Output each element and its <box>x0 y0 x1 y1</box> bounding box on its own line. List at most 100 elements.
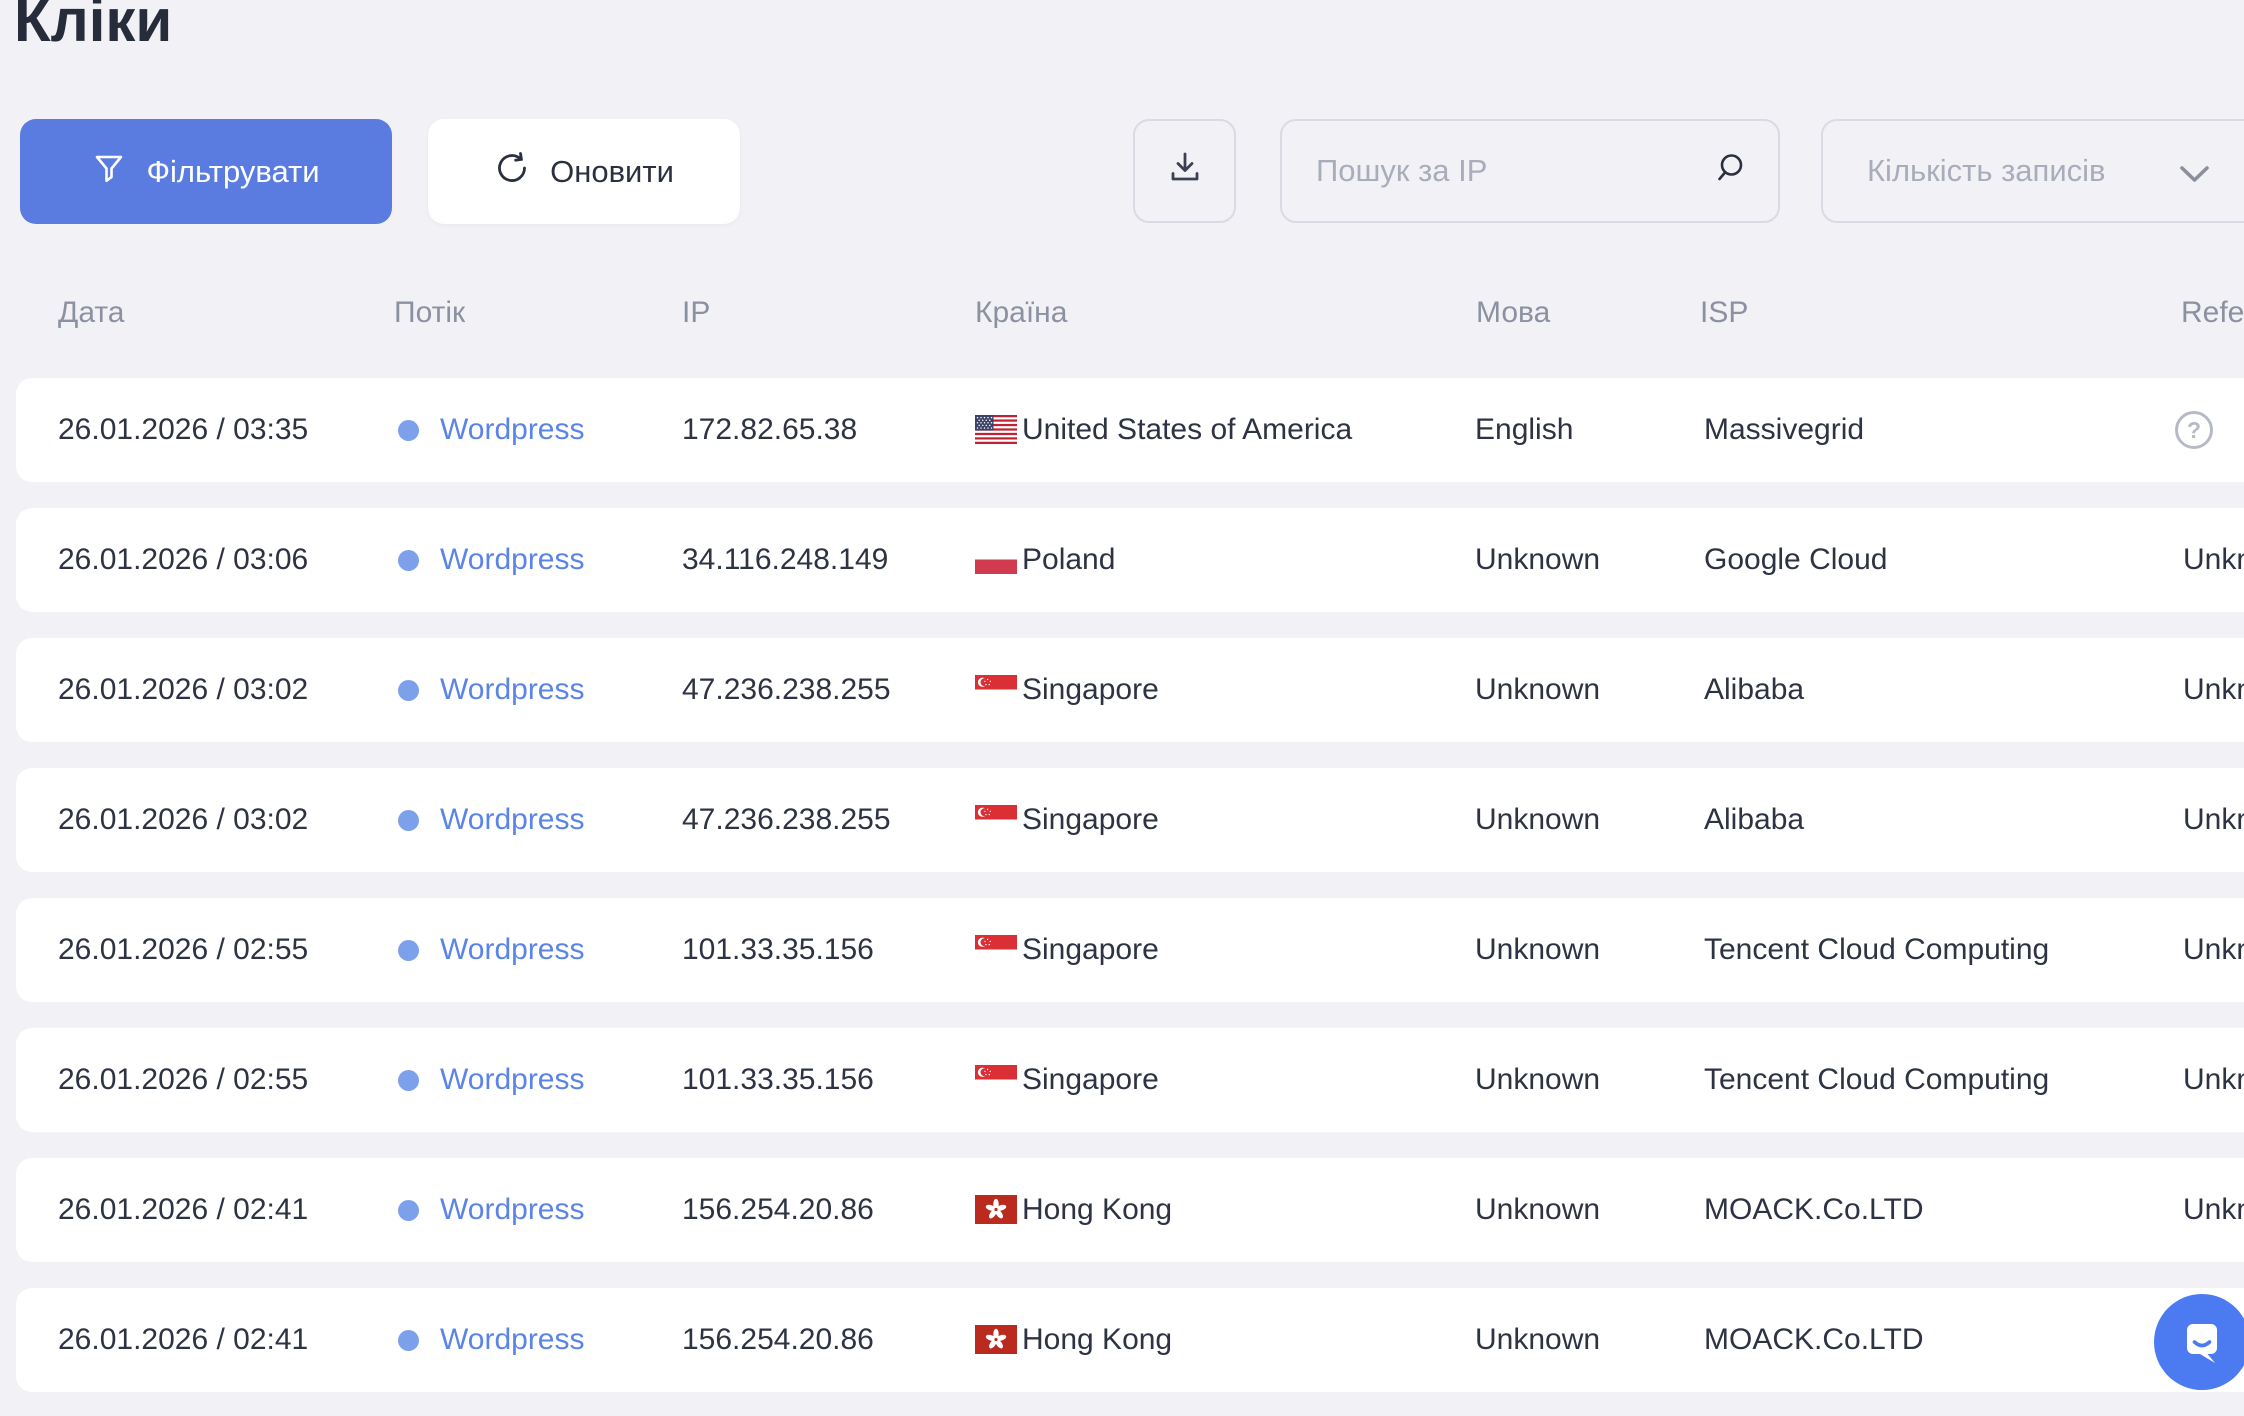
column-header-language: Мова <box>1476 296 1550 330</box>
row-ip: 156.254.20.86 <box>682 1288 874 1392</box>
chevron-down-icon <box>2179 165 2210 188</box>
row-date: 26.01.2026 / 03:06 <box>58 508 308 612</box>
country-flag-icon <box>975 805 1017 834</box>
country-flag-icon <box>975 1065 1017 1094</box>
row-ip: 101.33.35.156 <box>682 898 874 1002</box>
row-ip: 172.82.65.38 <box>682 378 857 482</box>
stream-link[interactable]: Wordpress <box>440 508 585 612</box>
row-isp: Alibaba <box>1704 768 1804 872</box>
stream-link[interactable]: Wordpress <box>440 378 585 482</box>
row-date: 26.01.2026 / 02:41 <box>58 1288 308 1392</box>
row-isp: Tencent Cloud Computing <box>1704 1028 2049 1132</box>
row-date: 26.01.2026 / 03:02 <box>58 638 308 742</box>
row-referrer: Unknown <box>2183 768 2244 872</box>
country-flag-icon <box>975 935 1017 964</box>
row-country: Singapore <box>1022 898 1159 1002</box>
stream-link[interactable]: Wordpress <box>440 768 585 872</box>
stream-link[interactable]: Wordpress <box>440 1028 585 1132</box>
row-date: 26.01.2026 / 02:55 <box>58 1028 308 1132</box>
row-country: Hong Kong <box>1022 1158 1172 1262</box>
row-isp: Massivegrid <box>1704 378 1864 482</box>
row-language: Unknown <box>1475 1288 1600 1392</box>
row-referrer: Unknown <box>2183 898 2244 1002</box>
row-ip: 47.236.238.255 <box>682 768 891 872</box>
row-country: Singapore <box>1022 768 1159 872</box>
row-date: 26.01.2026 / 03:35 <box>58 378 308 482</box>
stream-dot-icon <box>398 420 419 441</box>
column-header-referrer: Referrer <box>2181 296 2244 330</box>
row-ip: 156.254.20.86 <box>682 1158 874 1262</box>
table-row: 26.01.2026 / 03:06 Wordpress 34.116.248.… <box>16 508 2244 612</box>
row-isp: Tencent Cloud Computing <box>1704 898 2049 1002</box>
refresh-button-label: Оновити <box>550 154 674 190</box>
column-header-stream: Потік <box>394 296 465 330</box>
row-language: Unknown <box>1475 1158 1600 1262</box>
row-referrer: Unknown <box>2183 638 2244 742</box>
row-isp: MOACK.Co.LTD <box>1704 1288 1923 1392</box>
stream-dot-icon <box>398 940 419 961</box>
stream-link[interactable]: Wordpress <box>440 1158 585 1262</box>
stream-dot-icon <box>398 550 419 571</box>
stream-dot-icon <box>398 680 419 701</box>
row-ip: 34.116.248.149 <box>682 508 888 612</box>
row-country: United States of America <box>1022 378 1352 482</box>
row-referrer: Unknown <box>2183 508 2244 612</box>
download-button[interactable] <box>1133 119 1236 223</box>
table-row: 26.01.2026 / 02:55 Wordpress 101.33.35.1… <box>16 898 2244 1002</box>
country-flag-icon <box>975 545 1017 574</box>
table-row: 26.01.2026 / 03:02 Wordpress 47.236.238.… <box>16 768 2244 872</box>
stream-link[interactable]: Wordpress <box>440 898 585 1002</box>
chat-launcher-button[interactable] <box>2154 1294 2244 1390</box>
page-title: Кліки <box>14 0 172 55</box>
row-language: Unknown <box>1475 898 1600 1002</box>
clicks-table: 26.01.2026 / 03:35 Wordpress 172.82.65.3… <box>16 378 2244 1416</box>
row-isp: MOACK.Co.LTD <box>1704 1158 1923 1262</box>
row-country: Singapore <box>1022 638 1159 742</box>
table-row: 26.01.2026 / 02:55 Wordpress 101.33.35.1… <box>16 1028 2244 1132</box>
download-icon <box>1166 148 1204 194</box>
stream-dot-icon <box>398 1330 419 1351</box>
row-ip: 101.33.35.156 <box>682 1028 874 1132</box>
row-isp: Google Cloud <box>1704 508 1887 612</box>
records-count-select[interactable]: Кількість записів <box>1821 119 2244 223</box>
search-icon <box>1714 151 1750 192</box>
row-language: Unknown <box>1475 768 1600 872</box>
row-country: Hong Kong <box>1022 1288 1172 1392</box>
table-row: 26.01.2026 / 02:41 Wordpress 156.254.20.… <box>16 1158 2244 1262</box>
row-isp: Alibaba <box>1704 638 1804 742</box>
row-date: 26.01.2026 / 02:41 <box>58 1158 308 1262</box>
column-header-isp: ISP <box>1700 296 1748 330</box>
country-flag-icon <box>975 1195 1017 1224</box>
row-country: Poland <box>1022 508 1115 612</box>
stream-link[interactable]: Wordpress <box>440 638 585 742</box>
row-ip: 47.236.238.255 <box>682 638 891 742</box>
question-icon[interactable]: ? <box>2175 411 2213 449</box>
chat-bubble-icon <box>2176 1315 2228 1370</box>
row-language: Unknown <box>1475 508 1600 612</box>
row-referrer: Unknown <box>2183 1028 2244 1132</box>
country-flag-icon <box>975 415 1017 444</box>
funnel-icon <box>92 151 126 193</box>
refresh-icon <box>494 150 530 194</box>
country-flag-icon <box>975 1325 1017 1354</box>
stream-link[interactable]: Wordpress <box>440 1288 585 1392</box>
refresh-button[interactable]: Оновити <box>428 119 740 224</box>
search-input[interactable] <box>1282 153 1714 189</box>
table-row: 26.01.2026 / 02:41 Wordpress 156.254.20.… <box>16 1288 2244 1392</box>
search-box <box>1280 119 1780 223</box>
stream-dot-icon <box>398 1070 419 1091</box>
row-language: Unknown <box>1475 1028 1600 1132</box>
column-header-country: Країна <box>975 296 1067 330</box>
stream-dot-icon <box>398 1200 419 1221</box>
column-header-ip: IP <box>682 296 710 330</box>
row-language: Unknown <box>1475 638 1600 742</box>
filter-button[interactable]: Фільтрувати <box>20 119 392 224</box>
column-header-date: Дата <box>58 296 124 330</box>
row-country: Singapore <box>1022 1028 1159 1132</box>
filter-button-label: Фільтрувати <box>146 154 319 190</box>
row-referrer: Unknown <box>2183 1158 2244 1262</box>
row-date: 26.01.2026 / 02:55 <box>58 898 308 1002</box>
row-language: English <box>1475 378 1573 482</box>
table-row: 26.01.2026 / 03:35 Wordpress 172.82.65.3… <box>16 378 2244 482</box>
table-row: 26.01.2026 / 03:02 Wordpress 47.236.238.… <box>16 638 2244 742</box>
